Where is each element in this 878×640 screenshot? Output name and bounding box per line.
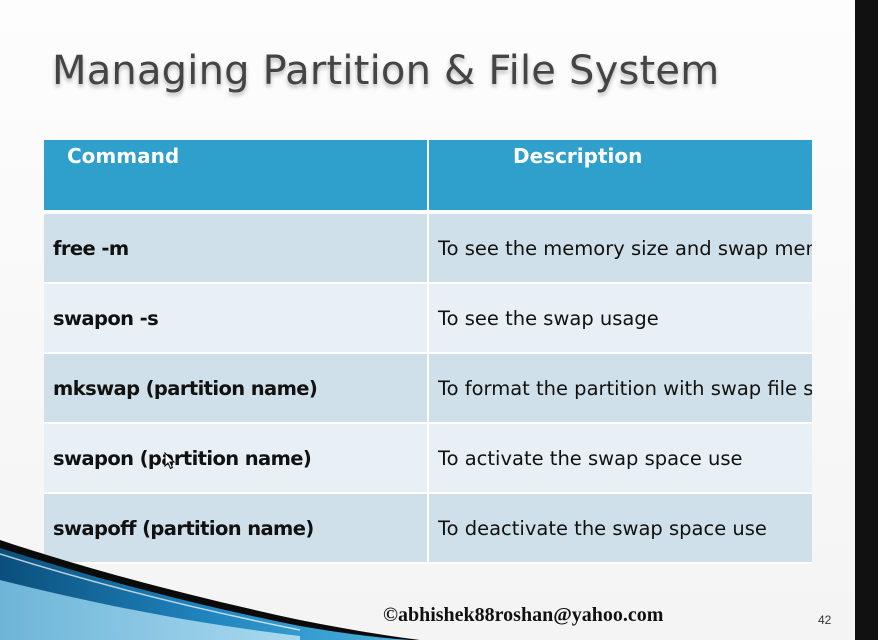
header-description: Description	[428, 140, 812, 214]
table-row: swapon -s To see the swap usage	[44, 283, 812, 354]
table-row: swapoff (partition name) To deactivate t…	[44, 493, 812, 564]
command-cell: mkswap (partition name)	[44, 353, 429, 424]
slide: Managing Partition & File System Command…	[0, 0, 855, 640]
window-edge	[855, 0, 878, 640]
command-cell: free -m	[44, 212, 429, 284]
description-cell: To format the partition with swap file s…	[428, 353, 812, 424]
table-row: swapon (partition name) To activate the …	[44, 423, 812, 494]
command-cell: swapoff (partition name)	[44, 493, 429, 564]
slide-title: Managing Partition & File System	[52, 48, 720, 94]
table-row: mkswap (partition name) To format the pa…	[44, 353, 812, 424]
table-row: free -m To see the memory size and swap …	[44, 212, 812, 284]
description-cell: To see the memory size and swap memory	[428, 212, 812, 284]
command-cell: swapon (partition name)	[44, 423, 429, 494]
description-cell: To see the swap usage	[428, 283, 812, 354]
page-number: 42	[818, 613, 832, 627]
description-cell: To deactivate the swap space use	[428, 493, 812, 564]
mouse-pointer-icon	[164, 452, 176, 470]
header-command: Command	[44, 140, 429, 214]
description-cell: To activate the swap space use	[428, 423, 812, 494]
table-header-row: Command Description	[44, 140, 812, 214]
command-cell: swapon -s	[44, 283, 429, 354]
footer-email: ©abhishek88roshan@yahoo.com	[383, 604, 664, 626]
command-table: Command Description free -m To see the m…	[44, 140, 812, 564]
